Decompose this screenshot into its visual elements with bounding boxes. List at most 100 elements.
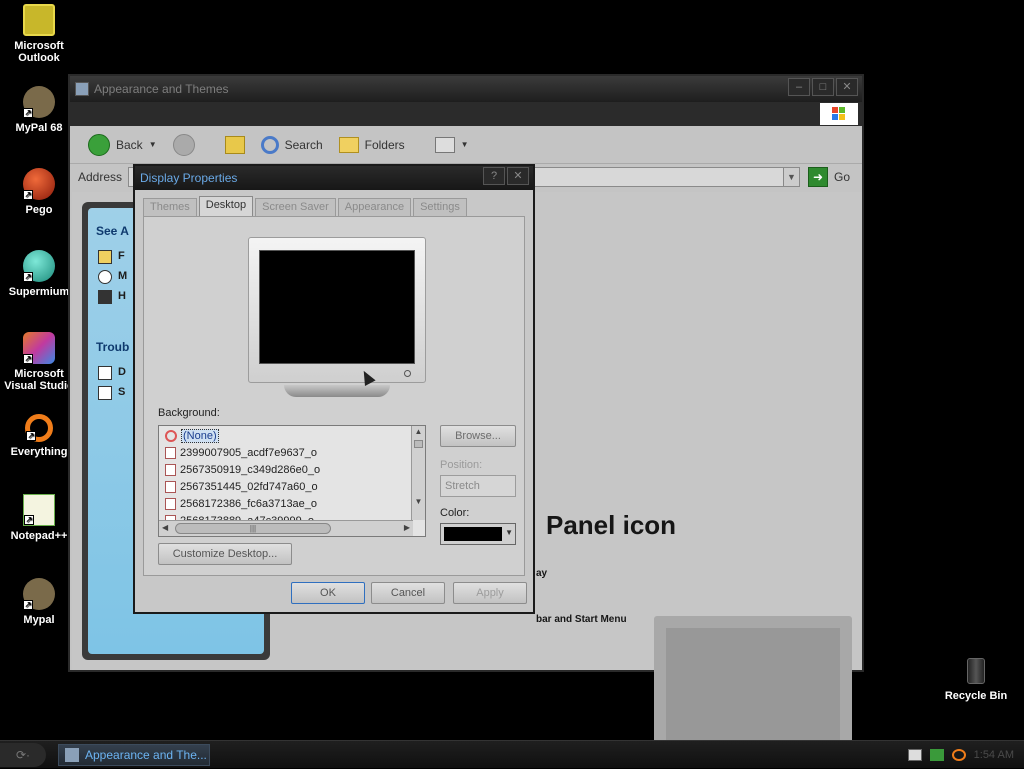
start-button[interactable]: ⟳·	[0, 743, 46, 767]
tab-screen-saver[interactable]: Screen Saver	[255, 198, 336, 216]
control-panel-icon	[75, 82, 89, 96]
back-arrow-icon	[88, 133, 110, 156]
list-item[interactable]: 2567351445_02fd747a60_o	[165, 479, 318, 495]
list-item[interactable]: 2567350919_c349d286e0_o	[165, 462, 320, 478]
horizontal-scrollbar[interactable]: ◀ ||| ▶	[159, 520, 413, 536]
visual-studio-icon: ↗	[23, 332, 55, 364]
list-item[interactable]: 2568172386_fc6a3713ae_o	[165, 496, 317, 512]
color-picker-button[interactable]: ▼	[440, 523, 516, 545]
keyboard-icon[interactable]	[907, 749, 922, 761]
shortcut-arrow-icon: ↗	[26, 431, 36, 441]
desktop-icon-label: Supermium	[8, 286, 70, 298]
apply-button[interactable]: Apply	[453, 582, 527, 604]
desktop-icon-mypal[interactable]: ↗ Mypal	[0, 578, 78, 626]
explorer-toolbar: Back ▼ Search Folders ▼	[70, 126, 862, 164]
everything-icon: ↗	[25, 414, 53, 442]
help-document-icon	[98, 386, 112, 400]
scroll-left-icon[interactable]: ◀	[162, 523, 168, 532]
power-led-icon	[404, 370, 411, 377]
scroll-up-icon[interactable]: ▲	[412, 426, 425, 438]
scroll-down-icon[interactable]: ▼	[412, 496, 425, 508]
image-file-icon	[165, 464, 176, 476]
desktop-icon-outlook[interactable]: Microsoft Outlook	[0, 4, 78, 64]
minimize-button[interactable]: –	[788, 78, 810, 96]
up-folder-button[interactable]	[219, 134, 251, 156]
scroll-right-icon[interactable]: ▶	[404, 523, 410, 532]
image-file-icon	[165, 447, 176, 459]
dialog-title-bar[interactable]: Display Properties ? ✕	[135, 166, 533, 190]
task-link-2[interactable]: bar and Start Menu	[536, 614, 627, 625]
close-button[interactable]: ✕	[836, 78, 858, 96]
taskbar-item-appearance[interactable]: Appearance and The...	[58, 744, 210, 766]
image-file-icon	[165, 481, 176, 493]
up-folder-icon	[224, 135, 245, 154]
troubleshooter-item-2[interactable]: S	[118, 386, 125, 398]
tab-appearance[interactable]: Appearance	[337, 198, 412, 216]
scroll-thumb[interactable]	[414, 440, 423, 448]
back-button[interactable]: Back ▼	[82, 132, 163, 158]
folders-button[interactable]: Folders	[333, 135, 411, 155]
chevron-down-icon: ▼	[505, 528, 513, 537]
maximize-button[interactable]: □	[812, 78, 834, 96]
desktop-preview-screen	[259, 250, 415, 364]
task-link-1[interactable]: ay	[536, 568, 547, 579]
monitor-stand	[284, 385, 390, 397]
position-select[interactable]: Stretch	[440, 475, 516, 497]
help-icon	[98, 290, 112, 304]
supermium-icon: ↗	[23, 250, 55, 282]
scroll-thumb[interactable]: |||	[175, 523, 331, 534]
image-file-icon	[165, 498, 176, 510]
search-button[interactable]: Search	[255, 134, 329, 156]
vertical-scrollbar[interactable]: ▲ ▼	[411, 426, 425, 520]
explorer-title-bar[interactable]: Appearance and Themes – □ ✕	[70, 76, 862, 102]
clock[interactable]: 1:54 AM	[974, 749, 1014, 761]
folder-icon	[98, 250, 112, 264]
help-button[interactable]: ?	[483, 167, 505, 185]
menu-bar	[70, 102, 862, 126]
forward-button[interactable]	[167, 132, 201, 158]
ok-button[interactable]: OK	[291, 582, 365, 604]
see-also-item-3[interactable]: H	[118, 290, 126, 302]
see-also-item-1[interactable]: F	[118, 250, 125, 262]
tab-settings[interactable]: Settings	[413, 198, 467, 216]
taskbar-item-label: Appearance and The...	[85, 748, 207, 762]
views-button[interactable]: ▼	[429, 135, 475, 155]
explorer-title: Appearance and Themes	[94, 82, 229, 96]
display-monitor-icon[interactable]	[654, 616, 852, 756]
troubleshooters-heading: Troub	[96, 340, 130, 354]
desktop-icon-visual-studio[interactable]: ↗ Microsoft Visual Studio	[0, 332, 78, 392]
notepadpp-icon: ↗	[23, 494, 55, 526]
shortcut-arrow-icon: ↗	[23, 108, 33, 118]
customize-desktop-button[interactable]: Customize Desktop...	[158, 543, 292, 565]
folders-label: Folders	[364, 137, 405, 152]
system-tray: 1:54 AM	[884, 741, 1024, 769]
browse-button[interactable]: Browse...	[440, 425, 516, 447]
forward-arrow-icon	[172, 133, 195, 156]
tab-desktop[interactable]: Desktop	[198, 196, 254, 216]
network-icon[interactable]	[929, 749, 944, 761]
cancel-button[interactable]: Cancel	[371, 582, 445, 604]
mypal-icon: ↗	[23, 578, 55, 610]
desktop-icon-pego[interactable]: ↗ Pego	[0, 168, 78, 216]
go-button[interactable]: ➜ Go	[808, 167, 850, 187]
address-dropdown-button[interactable]: ▼	[783, 168, 799, 186]
desktop-icon-label: Everything	[10, 446, 68, 458]
views-icon	[434, 136, 455, 153]
dialog-close-button[interactable]: ✕	[507, 167, 529, 185]
list-item[interactable]: (None)	[165, 428, 219, 444]
list-item[interactable]: 2399007905_acdf7e9637_o	[165, 445, 317, 461]
shortcut-arrow-icon: ↗	[23, 190, 33, 200]
desktop-icon-supermium[interactable]: ↗ Supermium	[0, 250, 78, 298]
desktop: Microsoft Outlook ↗ MyPal 68 ↗ Pego ↗ Su…	[0, 0, 1024, 756]
search-icon[interactable]	[951, 749, 966, 761]
desktop-icon-notepadpp[interactable]: ↗ Notepad++	[0, 494, 78, 542]
tab-themes[interactable]: Themes	[143, 198, 197, 216]
recycle-bin-icon	[967, 658, 985, 684]
background-list[interactable]: (None) 2399007905_acdf7e9637_o 256735091…	[158, 425, 426, 537]
desktop-icon-everything[interactable]: ↗ Everything	[0, 414, 78, 458]
troubleshooter-item-1[interactable]: D	[118, 366, 126, 378]
see-also-item-2[interactable]: M	[118, 270, 127, 282]
desktop-icon-mypal68[interactable]: ↗ MyPal 68	[0, 86, 78, 134]
desktop-icon-recycle-bin[interactable]: Recycle Bin	[940, 658, 1012, 702]
chevron-down-icon: ▼	[460, 140, 469, 149]
